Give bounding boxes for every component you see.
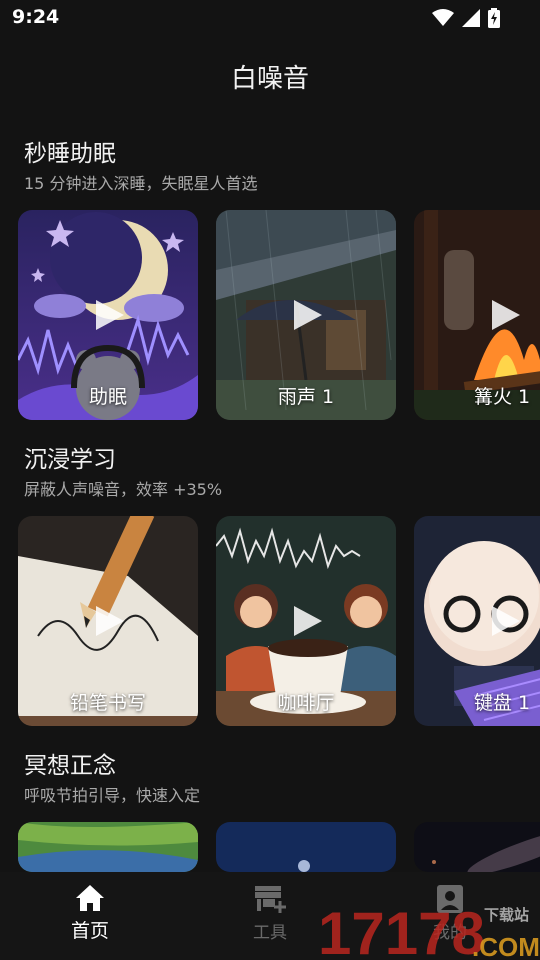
battery-charging-icon	[488, 8, 500, 28]
tab-label: 首页	[70, 920, 109, 942]
tab-label: 工具	[253, 923, 287, 943]
signal-icon	[462, 9, 480, 27]
sound-card-night-sky[interactable]	[216, 822, 396, 872]
card-label: 雨声 1	[277, 386, 335, 408]
section-meditation: 冥想正念 呼吸节拍引导，快速入定	[0, 746, 540, 872]
sound-card-keyboard[interactable]: 键盘 1	[414, 516, 540, 726]
section-study: 沉浸学习 屏蔽人声噪音，效率 +35% 铅笔书写 咖啡厅 键盘 1	[0, 440, 540, 730]
sound-card-pencil[interactable]: 铅笔书写	[18, 516, 198, 726]
sound-card-sleep[interactable]: 助眠	[18, 210, 198, 420]
page-title: 白噪音	[230, 64, 309, 94]
section-sleep: 秒睡助眠 15 分钟进入深睡，失眠星人首选 助眠 雨声 1 篝火 1	[0, 134, 540, 424]
tab-home[interactable]: 首页	[35, 884, 145, 943]
store-icon	[255, 886, 286, 913]
card-row	[18, 822, 540, 872]
sound-card-rain[interactable]: 雨声 1	[216, 210, 396, 420]
status-icons	[432, 8, 500, 28]
tab-profile[interactable]: 我的	[395, 884, 505, 943]
card-row: 助眠 雨声 1 篝火 1	[18, 210, 540, 420]
home-icon	[76, 885, 104, 911]
play-icon	[96, 300, 124, 330]
sound-card-forest-stream[interactable]	[18, 822, 198, 872]
wifi-icon	[432, 9, 454, 26]
profile-icon	[437, 885, 463, 913]
play-icon	[294, 606, 322, 636]
galaxy-icon	[414, 822, 540, 872]
tab-tools[interactable]: 工具	[215, 884, 325, 943]
status-bar: 9:24	[0, 0, 540, 36]
section-subtitle: 屏蔽人声噪音，效率 +35%	[24, 480, 223, 499]
section-subtitle: 呼吸节拍引导，快速入定	[24, 786, 201, 805]
section-title: 冥想正念	[24, 753, 116, 779]
play-icon	[492, 606, 520, 636]
card-label: 篝火 1	[474, 386, 531, 408]
card-label: 铅笔书写	[69, 692, 146, 714]
section-title: 沉浸学习	[24, 447, 116, 473]
play-icon	[96, 606, 124, 636]
play-icon	[492, 300, 520, 330]
section-subtitle: 15 分钟进入深睡，失眠星人首选	[24, 174, 258, 193]
status-time: 9:24	[12, 6, 60, 28]
play-icon	[294, 300, 322, 330]
sound-card-galaxy[interactable]	[414, 822, 540, 872]
card-label: 助眠	[88, 386, 127, 408]
card-label: 咖啡厅	[277, 692, 335, 714]
sound-card-campfire[interactable]: 篝火 1	[414, 210, 540, 420]
card-row: 铅笔书写 咖啡厅 键盘 1	[18, 516, 540, 726]
bottom-tab-bar: 首页 工具 我的	[0, 872, 540, 960]
sound-card-cafe[interactable]: 咖啡厅	[216, 516, 396, 726]
tab-label: 我的	[433, 923, 467, 943]
card-label: 键盘 1	[474, 692, 531, 714]
section-title: 秒睡助眠	[24, 141, 116, 167]
forest-stream-icon	[18, 822, 198, 872]
night-sky-icon	[216, 822, 396, 872]
